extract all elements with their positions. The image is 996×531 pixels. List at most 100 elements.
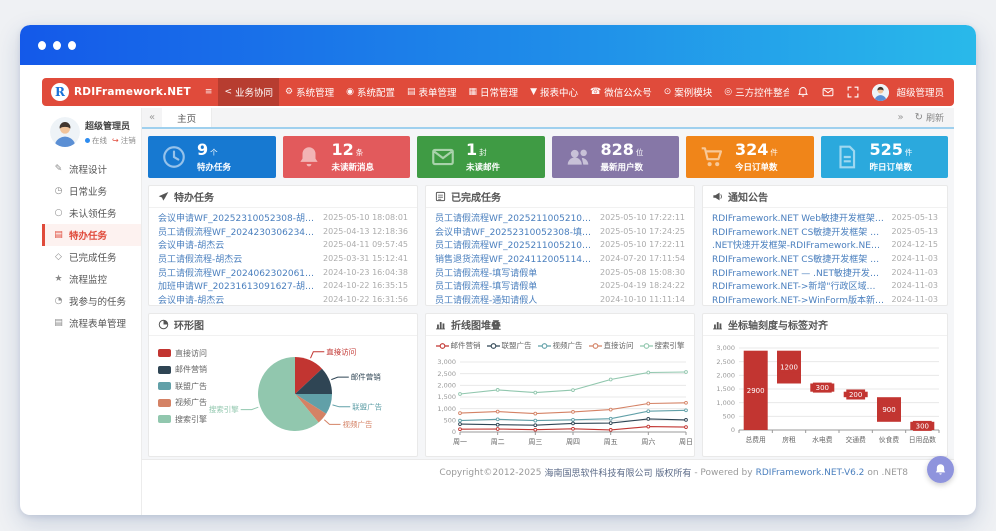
sidebar-item-我参与的任务[interactable]: ◔我参与的任务 — [42, 290, 141, 312]
user-avatar-large[interactable] — [50, 117, 80, 147]
star-icon: ★ — [53, 274, 64, 284]
paper-plane-icon — [158, 191, 169, 202]
legend-item-直接访问[interactable]: 直接访问 — [589, 340, 634, 351]
legend-item-搜索引擎[interactable]: 搜索引擎 — [640, 340, 685, 351]
sidebar-menu: ✎流程设计◷日常业务○未认领任务▤特办任务◇已完成任务★流程监控◔我参与的任务▤… — [42, 158, 141, 334]
todo-task-list: 会议申请WF_20252310052308-胡杰云2025-05-10 18:0… — [149, 208, 417, 305]
item-link[interactable]: 会议申请WF_20252310052308-胡杰云 — [158, 211, 316, 224]
stat-card-今日订单数[interactable]: 324件今日订单数 — [686, 136, 814, 178]
panel-line-chart: 折线图堆叠 邮件营销联盟广告视频广告直接访问搜索引擎05001,0001,500… — [425, 313, 695, 457]
bell-icon[interactable] — [797, 86, 809, 98]
item-link[interactable]: RDIFramework.NET Web敏捷开发框架 V6.1发... — [712, 211, 885, 224]
nav-item-label: 系统管理 — [296, 85, 334, 99]
stat-unit: 件 — [905, 147, 913, 158]
window-dot[interactable] — [38, 41, 46, 50]
logout-link[interactable]: 注销 — [121, 135, 136, 146]
bell-icon — [934, 463, 947, 476]
item-link[interactable]: 销售退货流程WF_20241120051149-销售退货单 — [435, 252, 593, 265]
sidebar-user-info: 超级管理员 在线 ↪ 注销 — [85, 119, 136, 146]
item-time: 2025-05-10 17:24:25 — [600, 227, 685, 236]
tabs-scroll-left-icon[interactable]: « — [142, 108, 162, 127]
nav-item-日常管理[interactable]: ▦日常管理 — [463, 78, 525, 106]
notification-float-button[interactable] — [927, 456, 954, 483]
panel-header: 折线图堆叠 — [426, 314, 694, 336]
sidebar-item-未认领任务[interactable]: ○未认领任务 — [42, 202, 141, 224]
sidebar-item-日常业务[interactable]: ◷日常业务 — [42, 180, 141, 202]
nav-item-menu[interactable]: ≡ — [199, 78, 219, 106]
logout-icon: ↪ — [112, 136, 119, 145]
nav-item-三方控件整合[interactable]: ◎三方控件整合 — [718, 78, 789, 106]
sidebar-item-流程表单管理[interactable]: ▤流程表单管理 — [42, 312, 141, 334]
stat-value: 9 — [197, 142, 208, 158]
item-link[interactable]: 员工请假流程-胡杰云 — [158, 252, 316, 265]
item-link[interactable]: RDIFramework.NET->新增"行政区域管理"，同时大... — [712, 279, 885, 292]
item-link[interactable]: 员工请假流程-填写请假单 — [435, 266, 593, 279]
bar-chart-icon — [712, 319, 723, 330]
item-link[interactable]: RDIFramework.NET CS敏捷开发框架 V6.1发布... — [712, 225, 885, 238]
sidebar-item-流程监控[interactable]: ★流程监控 — [42, 268, 141, 290]
list-item: 加班申请WF_20231613091627-胡杰云2024-10-22 16:3… — [158, 279, 408, 293]
legend-item-邮件营销[interactable]: 邮件营销 — [436, 340, 481, 351]
nav-item-系统配置[interactable]: ◉系统配置 — [340, 78, 401, 106]
panel-title: 通知公告 — [728, 189, 768, 204]
item-link[interactable]: RDIFramework.NET->WinForm版本新增新的角... — [712, 293, 885, 305]
tabs-scroll-right-icon[interactable]: » — [890, 108, 910, 127]
panel-header: 坐标轴刻度与标签对齐 — [703, 314, 947, 336]
refresh-button[interactable]: ↻ 刷新 — [911, 108, 954, 127]
item-link[interactable]: 员工请假流程WF_20252110052105-填写请假单 — [435, 238, 593, 251]
megaphone-icon — [712, 191, 723, 202]
list-item: 员工请假流程-填写请假单 2025-05-08 15:08:30 — [435, 265, 685, 279]
window-dot[interactable] — [68, 41, 76, 50]
item-link[interactable]: 员工请假流程-通知请假人 — [435, 293, 593, 305]
item-time: 2025-05-08 15:08:30 — [600, 268, 685, 277]
company-link[interactable]: 海南国思软件科技有限公司 版权所有 — [544, 466, 691, 479]
sidebar-item-已完成任务[interactable]: ◇已完成任务 — [42, 246, 141, 268]
list-item: 销售退货流程WF_20241120051149-销售退货单2024-07-20 … — [435, 252, 685, 266]
sidebar-item-特办任务[interactable]: ▤特办任务 — [42, 224, 141, 246]
svg-text:日用品数: 日用品数 — [909, 435, 936, 444]
sidebar-item-label: 流程设计 — [69, 162, 107, 176]
stat-card-特办任务[interactable]: 9个特办任务 — [148, 136, 276, 178]
nav-item-微信公众号[interactable]: ☎微信公众号 — [584, 78, 658, 106]
nav-item-案例模块[interactable]: ⊙案例模块 — [658, 78, 719, 106]
item-link[interactable]: RDIFramework.NET — .NET敏捷开发框架全新发... — [712, 266, 885, 279]
item-link[interactable]: 会议申请WF_20252310052308-填写会议申请 — [435, 225, 593, 238]
nav-item-业务协同[interactable]: <业务协同 — [218, 78, 279, 106]
list-item: 会议申请WF_20252310052308-胡杰云2025-05-10 18:0… — [158, 211, 408, 225]
item-link[interactable]: 会议申请-胡杰云 — [158, 293, 316, 305]
sidebar-item-流程设计[interactable]: ✎流程设计 — [42, 158, 141, 180]
framework-link[interactable]: RDIFramework.NET-V6.2 — [756, 468, 865, 478]
fullscreen-icon[interactable] — [847, 86, 859, 98]
legend-item-视频广告[interactable]: 视频广告 — [538, 340, 583, 351]
item-link[interactable]: 加班申请WF_20231613091627-胡杰云 — [158, 279, 316, 292]
brand-text: RDIFramework.NET — [74, 86, 191, 98]
nav-item-表单管理[interactable]: ▤表单管理 — [401, 78, 463, 106]
user-avatar[interactable] — [872, 84, 889, 101]
legend-item-联盟广告[interactable]: 联盟广告 — [487, 340, 532, 351]
navbar-right: 超级管理员 — [789, 84, 954, 101]
brand[interactable]: R RDIFramework.NET — [42, 83, 199, 101]
stat-card-未读邮件[interactable]: 1封未读邮件 — [417, 136, 545, 178]
list-item: RDIFramework.NET->新增"行政区域管理"，同时大... 2024-… — [712, 279, 938, 293]
user-name[interactable]: 超级管理员 — [896, 85, 944, 99]
envelope-icon[interactable] — [822, 86, 834, 98]
item-link[interactable]: 会议申请-胡杰云 — [158, 238, 316, 251]
nav-item-报表中心[interactable]: ▼报表中心 — [524, 78, 584, 106]
item-link[interactable]: 员工请假流程WF_20252110052105-通知请假人 — [435, 211, 593, 224]
list-item: .NET快速开发框架-RDIFramework.NET 全新Ea...2024-… — [712, 238, 938, 252]
stat-card-未读新消息[interactable]: 12条未读新消息 — [283, 136, 411, 178]
window-dot[interactable] — [53, 41, 61, 50]
stat-card-最新用户数[interactable]: 828位最新用户数 — [552, 136, 680, 178]
item-link[interactable]: 员工请假流程WF_20242303062348-胡杰云 — [158, 225, 316, 238]
tab-home[interactable]: 主页 — [162, 108, 212, 127]
stat-card-昨日订单数[interactable]: 525件昨日订单数 — [821, 136, 949, 178]
runtime-text: on .NET8 — [867, 468, 908, 478]
item-link[interactable]: RDIFramework.NET CS敏捷开发框架 V6.0发布... — [712, 252, 885, 265]
item-time: 2024-11-03 — [892, 281, 939, 290]
item-link[interactable]: 员工请假流程WF_20240623020613-胡杰云 — [158, 266, 316, 279]
item-link[interactable]: 员工请假流程-填写请假单 — [435, 279, 593, 292]
calendar-icon: ▦ — [469, 87, 478, 97]
item-link[interactable]: .NET快速开发框架-RDIFramework.NET 全新Ea... — [712, 238, 885, 251]
svg-text:视频广告: 视频广告 — [343, 419, 373, 429]
nav-item-系统管理[interactable]: ⚙系统管理 — [279, 78, 340, 106]
